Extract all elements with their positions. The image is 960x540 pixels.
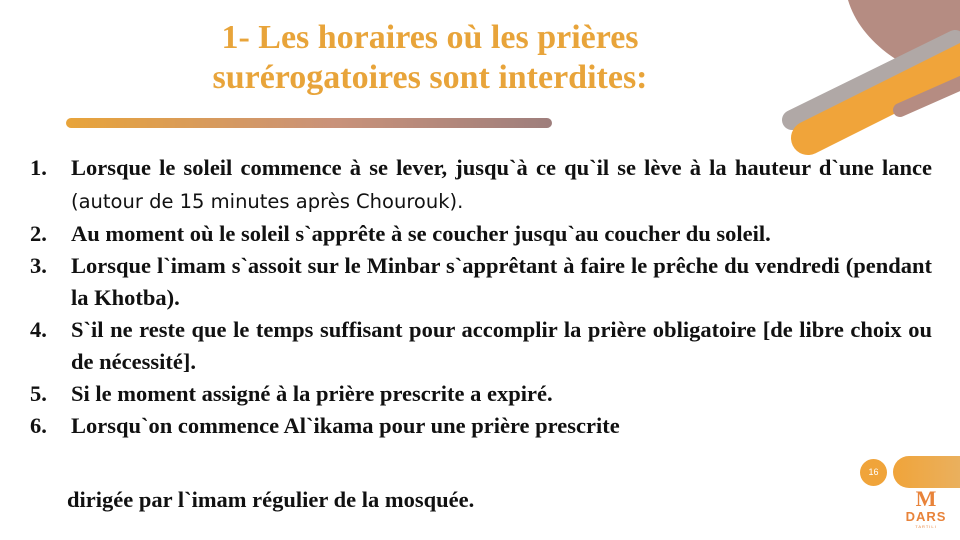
item-number: 6.	[30, 413, 47, 438]
item-number: 2.	[30, 221, 47, 246]
list-item: 1. Lorsque le soleil commence à se lever…	[30, 152, 932, 218]
page-number-badge: 16	[860, 459, 887, 486]
item-text: Lorsque le soleil commence à se lever, j…	[71, 155, 932, 180]
logo-word: DARS	[905, 509, 947, 524]
logo-subtitle: TARTILI	[915, 524, 937, 529]
page-number-bar	[893, 456, 960, 488]
list-item: 2. Au moment où le soleil s`apprête à se…	[30, 218, 932, 250]
item-number: 1.	[30, 155, 47, 180]
dars-logo: M DARS TARTILI	[900, 488, 952, 538]
item-6-continuation: dirigée par l`imam régulier de la mosqué…	[67, 487, 475, 512]
title-underline	[66, 118, 552, 128]
logo-mark: M	[915, 486, 937, 511]
item-text: Lorsque l`imam s`assoit sur le Minbar s`…	[71, 253, 932, 310]
list-item: 6. Lorsqu`on commence Al`ikama pour une …	[30, 410, 932, 442]
item-text: Au moment où le soleil s`apprête à se co…	[71, 221, 771, 246]
rule-list: 1. Lorsque le soleil commence à se lever…	[30, 152, 932, 442]
item-number: 4.	[30, 317, 47, 342]
item-number: 5.	[30, 381, 47, 406]
item-note: (autour de 15 minutes après Chourouk).	[71, 190, 464, 213]
item-number: 3.	[30, 253, 47, 278]
list-item: 4. S`il ne reste que le temps suffisant …	[30, 314, 932, 378]
item-text: Si le moment assigné à la prière prescri…	[71, 381, 553, 406]
title-line-2: surérogatoires sont interdites:	[212, 59, 648, 96]
item-text: S`il ne reste que le temps suffisant pou…	[71, 317, 932, 374]
title-line-1: 1- Les horaires où les prières	[221, 19, 639, 56]
item-text: Lorsqu`on commence Al`ikama pour une pri…	[71, 413, 620, 438]
list-item: 3. Lorsque l`imam s`assoit sur le Minbar…	[30, 250, 932, 314]
list-item: 5. Si le moment assigné à la prière pres…	[30, 378, 932, 410]
page-title: 1- Les horaires où les prières surérogat…	[100, 18, 760, 98]
